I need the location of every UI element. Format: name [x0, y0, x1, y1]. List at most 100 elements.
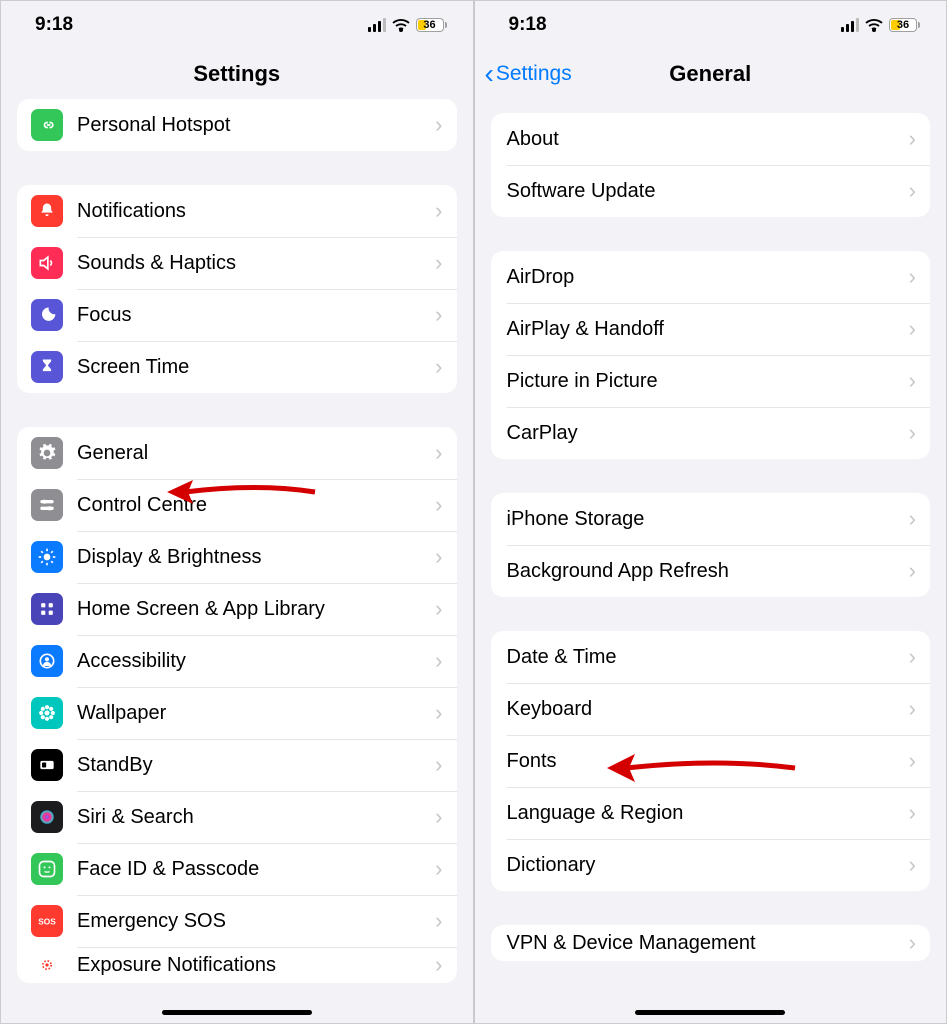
row-display[interactable]: Display & Brightness› — [17, 531, 457, 583]
row-screentime[interactable]: Screen Time› — [17, 341, 457, 393]
row-label: Emergency SOS — [77, 910, 435, 933]
row-sounds[interactable]: Sounds & Haptics› — [17, 237, 457, 289]
row-standby[interactable]: StandBy› — [17, 739, 457, 791]
row-storage[interactable]: iPhone Storage› — [491, 493, 931, 545]
row-home[interactable]: Home Screen & App Library› — [17, 583, 457, 635]
chevron-right-icon: › — [435, 112, 442, 138]
chevron-right-icon: › — [909, 178, 916, 204]
status-time: 9:18 — [35, 14, 73, 36]
row-label: AirDrop — [507, 266, 909, 289]
row-label: Siri & Search — [77, 806, 435, 829]
chevron-right-icon: › — [435, 492, 442, 518]
siri-icon — [31, 801, 63, 833]
sun-icon — [31, 541, 63, 573]
row-date[interactable]: Date & Time› — [491, 631, 931, 683]
exposure-icon — [31, 949, 63, 981]
row-faceid[interactable]: Face ID & Passcode› — [17, 843, 457, 895]
row-label: Face ID & Passcode — [77, 858, 435, 881]
row-label: Sounds & Haptics — [77, 252, 435, 275]
standby-icon — [31, 749, 63, 781]
row-vpn[interactable]: VPN & Device Management› — [491, 925, 931, 961]
row-label: Control Centre — [77, 494, 435, 517]
chevron-right-icon: › — [435, 596, 442, 622]
home-indicator[interactable] — [635, 1010, 785, 1015]
settings-list[interactable]: Personal Hotspot›Notifications›Sounds & … — [1, 99, 473, 1023]
row-refresh[interactable]: Background App Refresh› — [491, 545, 931, 597]
row-airplay[interactable]: AirPlay & Handoff› — [491, 303, 931, 355]
row-wallpaper[interactable]: Wallpaper› — [17, 687, 457, 739]
row-access[interactable]: Accessibility› — [17, 635, 457, 687]
row-keyboard[interactable]: Keyboard› — [491, 683, 931, 735]
row-label: VPN & Device Management — [507, 932, 909, 955]
battery-percent: 36 — [417, 19, 443, 31]
settings-group: AirDrop›AirPlay & Handoff›Picture in Pic… — [491, 251, 931, 459]
settings-group: About›Software Update› — [491, 113, 931, 217]
battery-percent: 36 — [890, 19, 916, 31]
hourglass-icon — [31, 351, 63, 383]
row-dict[interactable]: Dictionary› — [491, 839, 931, 891]
home-indicator[interactable] — [162, 1010, 312, 1015]
row-label: Wallpaper — [77, 702, 435, 725]
row-label: CarPlay — [507, 422, 909, 445]
row-label: Focus — [77, 304, 435, 327]
row-general[interactable]: General› — [17, 427, 457, 479]
row-label: Exposure Notifications — [77, 954, 435, 977]
chevron-right-icon: › — [909, 368, 916, 394]
phone-left-settings: 9:18 36 Settings Personal Hotspot›Notifi… — [1, 1, 473, 1023]
wifi-icon — [865, 18, 883, 32]
cellular-icon — [368, 18, 386, 32]
row-update[interactable]: Software Update› — [491, 165, 931, 217]
flower-icon — [31, 697, 63, 729]
row-label: Software Update — [507, 180, 909, 203]
chevron-right-icon: › — [435, 856, 442, 882]
chevron-right-icon: › — [435, 198, 442, 224]
row-label: iPhone Storage — [507, 508, 909, 531]
settings-group: General›Control Centre›Display & Brightn… — [17, 427, 457, 983]
chevron-right-icon: › — [435, 804, 442, 830]
row-lang[interactable]: Language & Region› — [491, 787, 931, 839]
settings-group: Notifications›Sounds & Haptics›Focus›Scr… — [17, 185, 457, 393]
chevron-right-icon: › — [909, 930, 916, 956]
page-title: General — [669, 61, 751, 87]
row-exposure[interactable]: Exposure Notifications› — [17, 947, 457, 983]
row-fonts[interactable]: Fonts› — [491, 735, 931, 787]
chevron-right-icon: › — [909, 800, 916, 826]
gear-icon — [31, 437, 63, 469]
chevron-right-icon: › — [909, 316, 916, 342]
row-airdrop[interactable]: AirDrop› — [491, 251, 931, 303]
back-button[interactable]: ‹ Settings — [485, 60, 572, 88]
chevron-right-icon: › — [435, 952, 442, 978]
row-siri[interactable]: Siri & Search› — [17, 791, 457, 843]
cellular-icon — [841, 18, 859, 32]
sos-icon — [31, 905, 63, 937]
chevron-right-icon: › — [909, 696, 916, 722]
row-focus[interactable]: Focus› — [17, 289, 457, 341]
row-about[interactable]: About› — [491, 113, 931, 165]
chevron-right-icon: › — [909, 558, 916, 584]
row-label: Personal Hotspot — [77, 114, 435, 137]
row-label: AirPlay & Handoff — [507, 318, 909, 341]
row-notifications[interactable]: Notifications› — [17, 185, 457, 237]
chevron-right-icon: › — [435, 544, 442, 570]
link-icon — [31, 109, 63, 141]
row-label: Screen Time — [77, 356, 435, 379]
speaker-icon — [31, 247, 63, 279]
chevron-right-icon: › — [435, 752, 442, 778]
row-control[interactable]: Control Centre› — [17, 479, 457, 531]
chevron-right-icon: › — [909, 644, 916, 670]
general-list[interactable]: About›Software Update›AirDrop›AirPlay & … — [475, 99, 947, 1023]
row-pip[interactable]: Picture in Picture› — [491, 355, 931, 407]
row-sos[interactable]: Emergency SOS› — [17, 895, 457, 947]
settings-group: iPhone Storage›Background App Refresh› — [491, 493, 931, 597]
chevron-right-icon: › — [435, 302, 442, 328]
row-label: Fonts — [507, 750, 909, 773]
row-hotspot[interactable]: Personal Hotspot› — [17, 99, 457, 151]
face-icon — [31, 853, 63, 885]
chevron-right-icon: › — [909, 420, 916, 446]
settings-group: Personal Hotspot› — [17, 99, 457, 151]
chevron-right-icon: › — [909, 506, 916, 532]
row-label: Date & Time — [507, 646, 909, 669]
row-carplay[interactable]: CarPlay› — [491, 407, 931, 459]
chevron-right-icon: › — [435, 648, 442, 674]
status-time: 9:18 — [509, 14, 547, 36]
